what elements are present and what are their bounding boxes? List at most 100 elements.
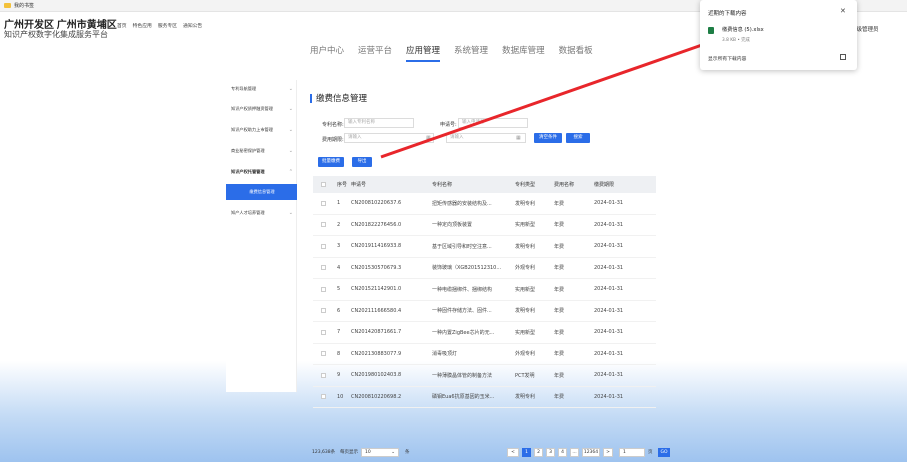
tab-operations[interactable]: 运营平台 <box>358 44 392 62</box>
table-cell: CN201530570679.3 <box>351 264 402 271</box>
fee-date-label: 费用期限: <box>322 137 344 143</box>
download-file-name[interactable]: 缴费信息 (5).xlsx <box>722 26 764 33</box>
nav-services[interactable]: 服务专区 <box>158 22 177 29</box>
table-row[interactable]: 8 CN202130883077.9 消毒吸顶灯 外观专利 年费 2024-01-31 <box>313 344 656 365</box>
sidebar-item-label: 知识产权托管管理 <box>231 169 265 174</box>
table-cell: 7 <box>337 329 341 336</box>
row-checkbox[interactable] <box>321 193 326 214</box>
table-row[interactable]: 1 CN200810220637.6 扭矩传感器的安装结构及... 发明专利 年费 202… <box>313 193 656 215</box>
fee-date-start-input[interactable]: 请输入 <box>344 133 434 143</box>
sidebar-item-fee-info[interactable]: 缴费信息管理 <box>226 184 297 200</box>
sidebar-item-label: 知产人才培养管理 <box>231 210 265 215</box>
tab-database[interactable]: 数据库管理 <box>502 44 545 62</box>
table-row[interactable]: 5 CN201521142901.0 一种电缆捆绑件、捆绑结构 实用新型 年费 2024-… <box>313 279 656 301</box>
download-file-meta: 3.8 KB • 完成 <box>722 38 750 43</box>
table-cell: PCT发明 <box>515 372 535 379</box>
downloads-panel: 近期的下载内容 ✕ 缴费信息 (5).xlsx 3.8 KB • 完成 显示所有… <box>700 0 857 70</box>
sidebar-item-pledge-finance[interactable]: 知识产权质押融资管理 ⌄ <box>226 100 297 118</box>
tab-app-management[interactable]: 应用管理 <box>406 44 441 62</box>
table-row[interactable]: 6 CN202111666580.4 一种固件存储方法、固件... 发明专利 年费 202… <box>313 301 656 322</box>
table-row[interactable]: 7 CN201420871661.7 一种内置ZigBee芯片的无... 实用新型 年费… <box>313 322 656 344</box>
page-unit: 页 <box>648 450 653 455</box>
table-cell: 2024-01-31 <box>594 307 624 314</box>
row-checkbox[interactable] <box>321 344 326 365</box>
show-all-downloads-link[interactable]: 显示所有下载内容 <box>708 55 746 62</box>
nav-home[interactable]: 首页 <box>117 22 127 29</box>
table-cell: CN201521142901.0 <box>351 286 402 293</box>
per-page-value: 10 <box>365 450 371 455</box>
chevron-down-icon: ⌄ <box>391 450 395 455</box>
nav-notices[interactable]: 通知公告 <box>183 22 202 29</box>
column-header: 专利类型 <box>515 182 536 188</box>
sidebar-item-trade-secret[interactable]: 商业秘密保护管理 ⌄ <box>226 142 297 160</box>
row-checkbox[interactable] <box>321 301 326 322</box>
open-external-icon[interactable] <box>840 54 846 60</box>
table-cell: 9 <box>337 372 341 379</box>
app-no-label: 申请号: <box>440 122 457 128</box>
sidebar-item-label: 知识产权质押融资管理 <box>231 106 273 111</box>
jump-page-input[interactable]: 1 <box>619 448 645 457</box>
table-row[interactable]: 10 CN200810220698.2 磷钼Eua6抗原基因的玉米... 发明专利 年费… <box>313 387 656 408</box>
export-button[interactable]: 导出 <box>352 157 372 167</box>
table-cell: 6 <box>337 307 341 314</box>
next-page-button[interactable]: > <box>603 448 613 457</box>
table-cell: 10 <box>337 393 344 400</box>
table-cell: CN202130883077.9 <box>351 350 402 357</box>
sidebar-item-listing-support[interactable]: 知识产权助力上市管理 ⌄ <box>226 121 297 139</box>
bookmark-folder[interactable]: 我的书签 <box>14 2 34 9</box>
sidebar-item-label: 商业秘密保护管理 <box>231 148 265 153</box>
row-checkbox[interactable] <box>321 387 326 408</box>
chevron-down-icon: ⌄ <box>288 106 293 112</box>
table-cell: 装饰玻璃（XGB201512310... <box>432 265 502 272</box>
table-cell: 实用新型 <box>515 222 536 229</box>
row-checkbox[interactable] <box>321 279 326 300</box>
per-page-select[interactable]: 10 ⌄ <box>361 448 399 457</box>
page-button-3[interactable]: 3 <box>546 448 555 457</box>
table-row[interactable]: 4 CN201530570679.3 装饰玻璃（XGB201512310... 外观专… <box>313 258 656 279</box>
sidebar-item-talent-training[interactable]: 知产人才培养管理 ⌄ <box>226 204 297 222</box>
close-icon[interactable]: ✕ <box>840 7 846 15</box>
column-header: 序号 <box>337 182 348 188</box>
chevron-down-icon: ⌄ <box>288 148 293 154</box>
row-checkbox[interactable] <box>321 215 326 236</box>
sidebar-item-patent-navigation[interactable]: 专利导航管理 ⌄ <box>226 80 297 98</box>
tab-system[interactable]: 系统管理 <box>454 44 488 62</box>
page-button-last[interactable]: 12364 <box>582 448 600 457</box>
select-all-checkbox[interactable] <box>321 176 326 193</box>
row-checkbox[interactable] <box>321 236 326 257</box>
tab-dashboard[interactable]: 数据看板 <box>559 44 593 62</box>
page-title: 缴费信息管理 <box>310 92 367 104</box>
table-cell: 发明专利 <box>515 394 536 401</box>
page-button-1[interactable]: 1 <box>522 448 531 457</box>
clear-filters-button[interactable]: 清空条件 <box>534 133 562 143</box>
column-header: 缴费期限 <box>594 182 615 188</box>
nav-featured[interactable]: 特色应用 <box>133 22 152 29</box>
table-cell: 一种薄膜晶体管的制备方法 <box>432 372 493 379</box>
table-row[interactable]: 2 CN201822276456.0 一种定向顶板装置 实用新型 年费 2024-01-3… <box>313 215 656 236</box>
search-button[interactable]: 搜索 <box>566 133 590 143</box>
page-button-4[interactable]: 4 <box>558 448 567 457</box>
table-row[interactable]: 3 CN201911416933.8 基于区域引导和时空注意... 发明专利 年费 202… <box>313 236 656 258</box>
table-cell: 8 <box>337 350 341 357</box>
patent-name-input[interactable]: 输入专利名称 <box>344 118 414 128</box>
page-ellipsis[interactable]: ... <box>570 448 579 457</box>
chevron-up-icon: ⌃ <box>288 169 293 175</box>
top-nav: 首页 特色应用 服务专区 通知公告 <box>117 22 202 29</box>
sidebar-item-ip-custody[interactable]: 知识产权托管管理 ⌃ <box>226 163 297 181</box>
prev-page-button[interactable]: < <box>507 448 519 457</box>
fee-date-end-input[interactable]: 请输入 <box>446 133 526 143</box>
table-row[interactable]: 9 CN201980102403.8 一种薄膜晶体管的制备方法 PCT发明 年费 2024… <box>313 365 656 387</box>
tab-user-center[interactable]: 用户中心 <box>310 44 344 62</box>
table-cell: CN201822276456.0 <box>351 221 402 228</box>
table-cell: 2024-01-31 <box>594 350 624 357</box>
calendar-icon[interactable]: ▦ <box>426 135 431 141</box>
calendar-icon[interactable]: ▦ <box>516 135 521 141</box>
batch-pay-button[interactable]: 批量缴费 <box>318 157 344 167</box>
table-cell: CN200810220698.2 <box>351 393 402 400</box>
page-button-2[interactable]: 2 <box>534 448 543 457</box>
row-checkbox[interactable] <box>321 365 326 386</box>
row-checkbox[interactable] <box>321 322 326 343</box>
app-no-input[interactable]: 输入申请号 <box>458 118 528 128</box>
go-button[interactable]: GO <box>658 448 670 457</box>
row-checkbox[interactable] <box>321 258 326 279</box>
